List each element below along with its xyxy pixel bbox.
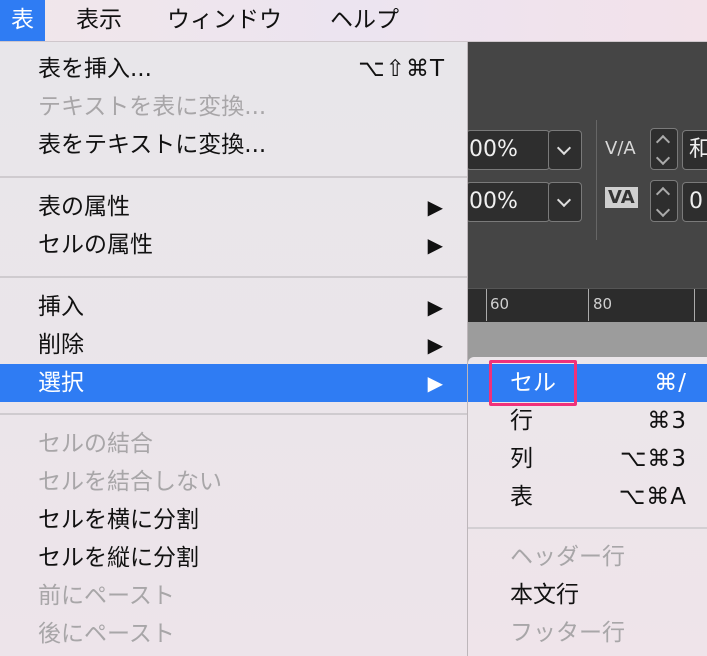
menu-separator bbox=[0, 276, 467, 278]
submenu-arrow-icon: ▶ bbox=[427, 371, 443, 395]
submenu-item-column[interactable]: 列 ⌥⌘3 bbox=[468, 440, 707, 478]
shortcut-label: ⌥⌘3 bbox=[619, 446, 687, 472]
submenu-item-label: フッター行 bbox=[510, 620, 625, 646]
submenu-item-header-rows: ヘッダー行 bbox=[468, 538, 707, 576]
menu-item-merge-cells: セルの結合 bbox=[0, 425, 467, 463]
menu-item-table-options[interactable]: 表の属性 ▶ bbox=[0, 188, 467, 226]
submenu-item-label: 本文行 bbox=[510, 582, 579, 608]
menu-item-split-cell-horizontally[interactable]: セルを横に分割 bbox=[0, 501, 467, 539]
vertical-scale-field[interactable]: 00% bbox=[466, 182, 550, 222]
horizontal-scale-field[interactable]: 00% bbox=[466, 130, 550, 170]
menu-bar: 表 表示 ウィンドウ ヘルプ bbox=[0, 0, 707, 42]
menu-item-unmerge-cells: セルを結合しない bbox=[0, 463, 467, 501]
menu-item-split-cell-vertically[interactable]: セルを縦に分割 bbox=[0, 539, 467, 577]
menu-item-convert-text-to-table: テキストを表に変換... bbox=[0, 88, 467, 126]
menu-separator bbox=[0, 413, 467, 415]
menubar-item-window[interactable]: ウィンドウ bbox=[167, 0, 282, 41]
tracking-stepper[interactable] bbox=[650, 180, 678, 222]
submenu-item-label: 列 bbox=[510, 446, 533, 472]
menu-item-label: テキストを表に変換... bbox=[38, 94, 267, 120]
menu-item-label: 削除 bbox=[38, 332, 84, 358]
kerning-stepper[interactable] bbox=[650, 128, 678, 170]
menu-item-label: セルを縦に分割 bbox=[38, 545, 199, 571]
menu-item-label: 後にペースト bbox=[38, 621, 175, 647]
submenu-arrow-icon: ▶ bbox=[427, 333, 443, 357]
menu-item-delete[interactable]: 削除 ▶ bbox=[0, 326, 467, 364]
vertical-scale-dropdown[interactable] bbox=[548, 182, 582, 222]
submenu-item-label: 表 bbox=[510, 484, 533, 510]
menu-item-label: セルを結合しない bbox=[38, 469, 222, 495]
menu-item-cell-options[interactable]: セルの属性 ▶ bbox=[0, 226, 467, 264]
submenu-arrow-icon: ▶ bbox=[427, 195, 443, 219]
submenu-item-footer-rows: フッター行 bbox=[468, 614, 707, 652]
menu-item-label: 表の属性 bbox=[38, 194, 130, 220]
tracking-field[interactable]: 0 bbox=[682, 182, 707, 222]
horizontal-ruler: 60 80 bbox=[468, 288, 707, 323]
shortcut-label: ⌘3 bbox=[647, 408, 687, 434]
menu-item-label: セルを横に分割 bbox=[38, 507, 199, 533]
tracking-icon: VA bbox=[605, 187, 638, 208]
ruler-tick-label: 80 bbox=[593, 295, 613, 313]
menu-item-label: セルの属性 bbox=[38, 232, 153, 258]
menu-item-select[interactable]: 選択 ▶ bbox=[0, 364, 467, 402]
menu-item-label: セルの結合 bbox=[38, 431, 153, 457]
menu-item-label: 表を挿入... bbox=[38, 56, 152, 82]
shortcut-label: ⌥⇧⌘T bbox=[358, 56, 445, 82]
divider bbox=[596, 120, 597, 240]
menubar-item-help[interactable]: ヘルプ bbox=[330, 0, 399, 41]
menubar-item-view[interactable]: 表示 bbox=[76, 0, 122, 41]
menu-item-label: 表をテキストに変換... bbox=[38, 132, 267, 158]
menu-item-label: 選択 bbox=[38, 370, 84, 396]
submenu-item-label: 行 bbox=[510, 408, 533, 434]
horizontal-scale-dropdown[interactable] bbox=[548, 130, 582, 170]
menu-item-label: 前にペースト bbox=[38, 583, 175, 609]
menu-item-insert[interactable]: 挿入 ▶ bbox=[0, 288, 467, 326]
submenu-arrow-icon: ▶ bbox=[427, 233, 443, 257]
annotation-highlight-box bbox=[489, 360, 577, 406]
submenu-item-table[interactable]: 表 ⌥⌘A bbox=[468, 478, 707, 516]
menu-item-convert-table-to-text[interactable]: 表をテキストに変換... bbox=[0, 126, 467, 164]
ruler-tick-label: 60 bbox=[490, 295, 510, 313]
submenu-item-row[interactable]: 行 ⌘3 bbox=[468, 402, 707, 440]
menubar-item-table[interactable]: 表 bbox=[0, 0, 45, 41]
shortcut-label: ⌥⌘A bbox=[618, 484, 687, 510]
submenu-arrow-icon: ▶ bbox=[427, 295, 443, 319]
menu-item-insert-table[interactable]: 表を挿入... ⌥⇧⌘T bbox=[0, 50, 467, 88]
submenu-item-label: ヘッダー行 bbox=[510, 544, 625, 570]
kerning-field[interactable]: 和 bbox=[682, 130, 707, 170]
menu-item-paste-after: 後にペースト bbox=[0, 615, 467, 653]
app-control-panel: 00% 00% V/A VA 和 0 bbox=[466, 42, 707, 322]
submenu-item-body-rows[interactable]: 本文行 bbox=[468, 576, 707, 614]
menu-item-paste-before: 前にペースト bbox=[0, 577, 467, 615]
shortcut-label: ⌘/ bbox=[654, 370, 687, 396]
menu-separator bbox=[468, 527, 707, 529]
menu-item-label: 挿入 bbox=[38, 294, 84, 320]
menu-separator bbox=[0, 176, 467, 178]
kerning-icon: V/A bbox=[605, 138, 636, 159]
table-menu: 表を挿入... ⌥⇧⌘T テキストを表に変換... 表をテキストに変換... 表… bbox=[0, 42, 468, 656]
